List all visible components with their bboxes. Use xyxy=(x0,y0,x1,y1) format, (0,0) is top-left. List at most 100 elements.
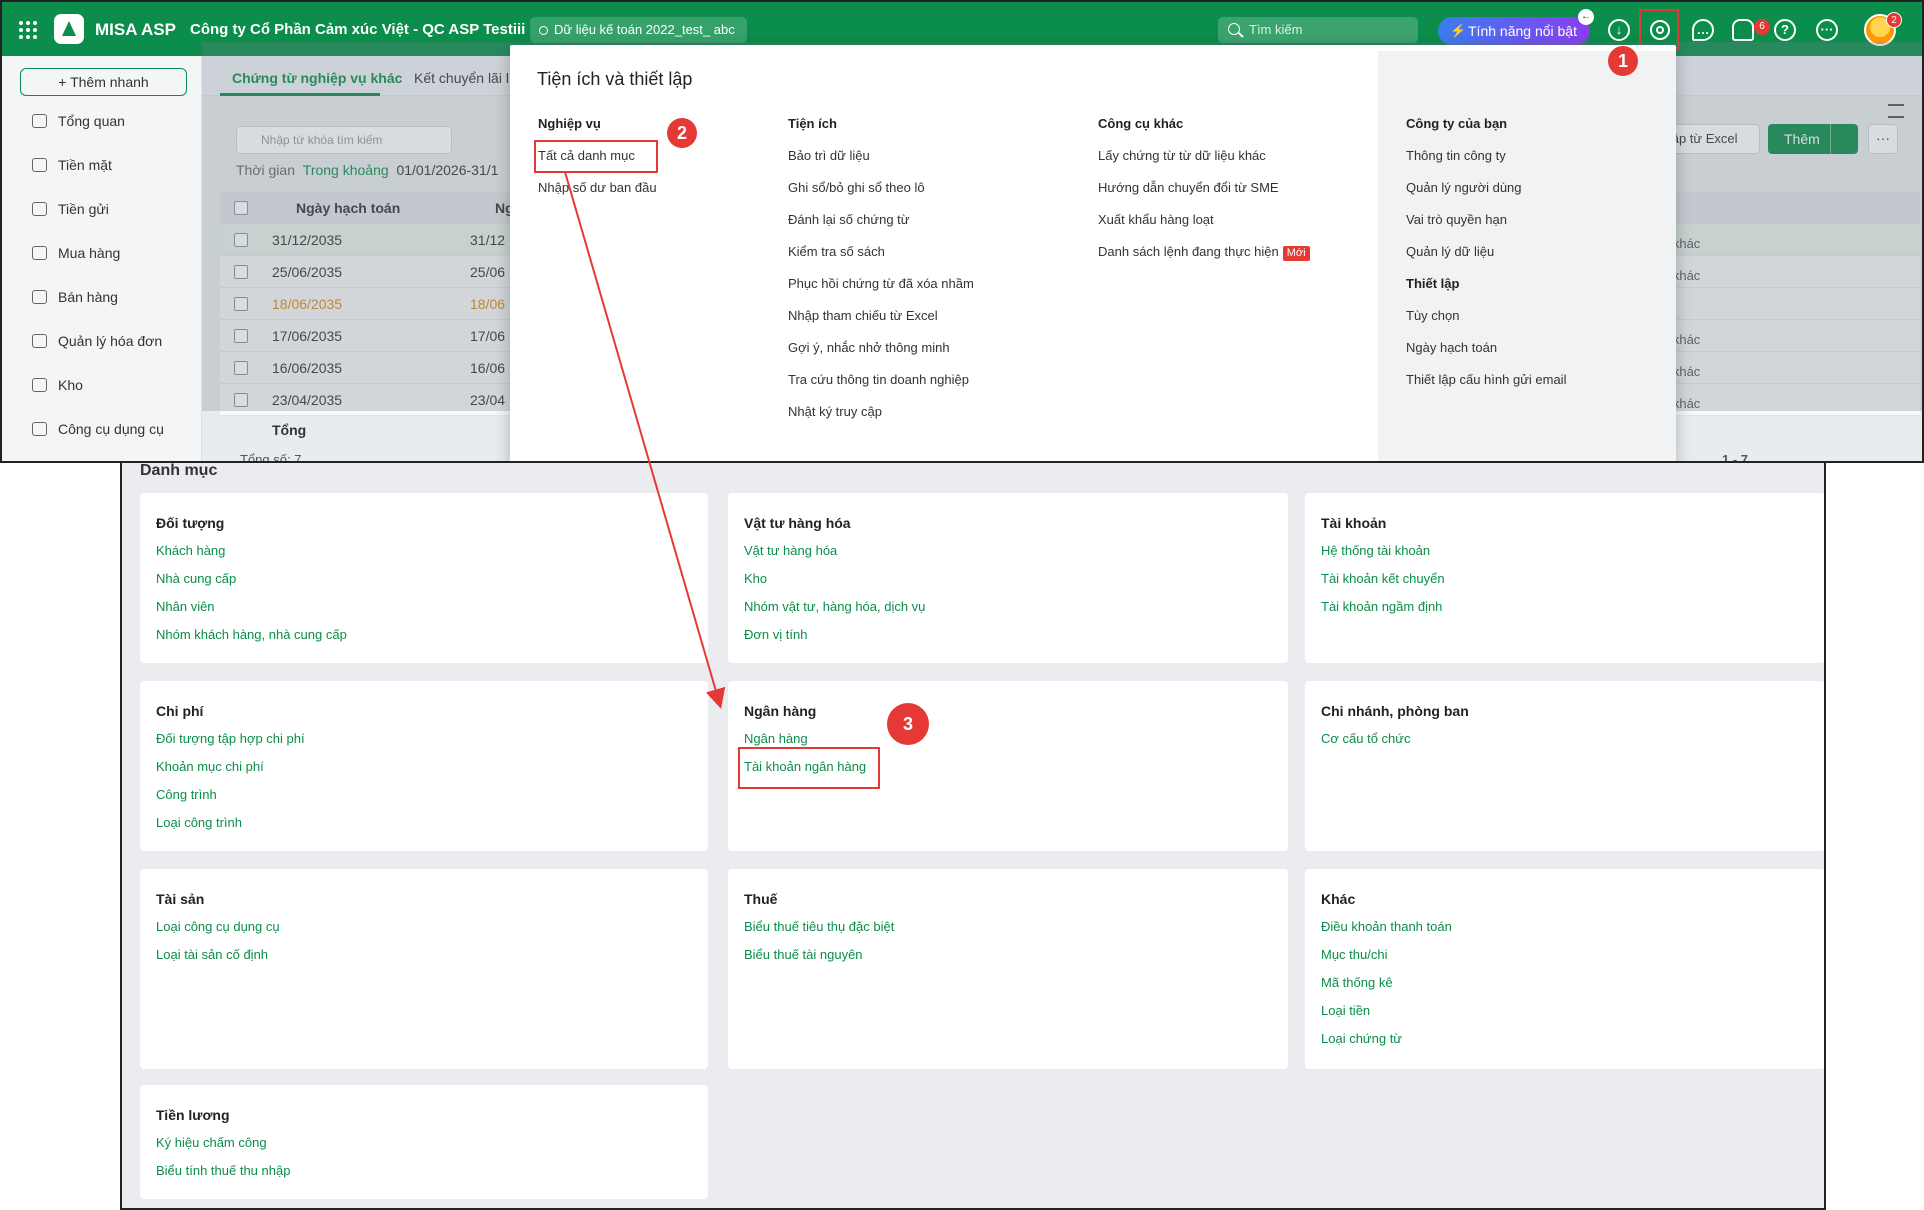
link-resource-tax[interactable]: Biểu thuế tài nguyên xyxy=(744,947,863,962)
back-arrow-icon[interactable]: ← xyxy=(1578,9,1594,25)
link-cost-items[interactable]: Khoản mục chi phí xyxy=(156,759,264,774)
menu-item[interactable]: Đánh lại số chứng từ xyxy=(788,211,974,243)
link-banks[interactable]: Ngân hàng xyxy=(744,731,808,746)
link-payment-terms[interactable]: Điều khoản thanh toán xyxy=(1321,919,1452,934)
featured-button[interactable]: Tính năng nổi bật← xyxy=(1438,9,1594,45)
menu-item[interactable]: Ngày hạch toán xyxy=(1406,339,1566,371)
card-branches: Chi nhánh, phòng ban Cơ cấu tổ chức xyxy=(1305,681,1824,851)
menu-item[interactable]: Bảo trì dữ liệu xyxy=(788,147,974,179)
notification-count-badge: 6 xyxy=(1754,19,1770,35)
link-tool-types[interactable]: Loại công cụ dụng cụ xyxy=(156,919,280,934)
link-income-tax-table[interactable]: Biểu tính thuế thu nhập xyxy=(156,1163,290,1178)
page-root: MISA ASP Công ty Cổ Phần Cảm xúc Việt - … xyxy=(0,0,1924,1210)
menu-col-other-tools: Công cụ khác Lấy chứng từ từ dữ liệu khá… xyxy=(1098,115,1310,275)
menu-item[interactable]: Nhập tham chiếu từ Excel xyxy=(788,307,974,339)
link-items[interactable]: Vật tư hàng hóa xyxy=(744,543,837,558)
link-fixed-asset-types[interactable]: Loại tài sản cố định xyxy=(156,947,268,962)
link-statistics-code[interactable]: Mã thống kê xyxy=(1321,975,1393,990)
menu-item[interactable]: Tra cứu thông tin doanh nghiệp xyxy=(788,371,974,403)
gear-icon[interactable] xyxy=(1650,20,1670,40)
quick-add-button[interactable]: + Thêm nhanh xyxy=(20,68,187,96)
sidebar-item-label: Công cụ dụng cụ xyxy=(58,421,164,437)
bell-icon[interactable] xyxy=(1732,19,1754,41)
chat-icon[interactable]: … xyxy=(1692,19,1714,41)
menu-item-opening-balance[interactable]: Nhập số dư ban đầu xyxy=(538,179,657,211)
company-name[interactable]: Công ty Cổ Phần Cảm xúc Việt - QC ASP Te… xyxy=(190,21,525,38)
menu-item[interactable]: Kiểm tra số sách xyxy=(788,243,974,275)
link-org-structure[interactable]: Cơ cấu tổ chức xyxy=(1321,731,1410,746)
link-warehouse[interactable]: Kho xyxy=(744,571,767,586)
sidebar-item-overview[interactable]: Tổng quan xyxy=(2,109,202,133)
link-special-tax[interactable]: Biểu thuế tiêu thụ đặc biệt xyxy=(744,919,894,934)
link-project-types[interactable]: Loại công trình xyxy=(156,815,242,830)
highlight-all-categories xyxy=(534,140,658,173)
card-heading: Thuế xyxy=(744,891,778,907)
link-income-expense[interactable]: Mục thu/chi xyxy=(1321,947,1387,962)
sidebar-item-warehouse[interactable]: Kho xyxy=(2,373,202,397)
step-badge-3: 3 xyxy=(887,703,929,745)
app-window: MISA ASP Công ty Cổ Phần Cảm xúc Việt - … xyxy=(0,0,1924,463)
new-badge: Mới xyxy=(1282,246,1310,261)
menu-item[interactable]: Thiết lập cấu hình gửi email xyxy=(1406,371,1566,403)
menu-item[interactable]: Hướng dẫn chuyển đổi từ SME xyxy=(1098,179,1310,211)
menu-item-label: Danh sách lệnh đang thực hiện xyxy=(1098,244,1279,259)
search-placeholder: Tìm kiếm xyxy=(1249,22,1303,37)
sidebar-item-label: Tiền gửi xyxy=(58,201,109,217)
menu-item[interactable]: Nhật ký truy cập xyxy=(788,403,974,435)
misa-logo-icon xyxy=(54,14,84,44)
menu-item[interactable]: Phục hồi chứng từ đã xóa nhầm xyxy=(788,275,974,307)
link-item-groups[interactable]: Nhóm vật tư, hàng hóa, dịch vụ xyxy=(744,599,925,614)
menu-item[interactable]: Xuất khẩu hàng loạt xyxy=(1098,211,1310,243)
database-selector[interactable]: Dữ liệu kế toán 2022_test_ abc xyxy=(530,17,747,43)
sidebar: + Thêm nhanh Tổng quan Tiền mặt Tiền gửi… xyxy=(2,56,202,461)
menu-item[interactable]: Tùy chọn xyxy=(1406,307,1566,339)
link-customer-groups[interactable]: Nhóm khách hàng, nhà cung cấp xyxy=(156,627,347,642)
menu-heading: Công ty của bạn xyxy=(1406,116,1508,131)
invoice-icon xyxy=(32,334,47,348)
step-badge-1: 1 xyxy=(1608,46,1638,76)
bag-icon xyxy=(32,246,47,260)
pager[interactable]: 1 - 7 xyxy=(1722,452,1748,461)
link-currency[interactable]: Loại tiền xyxy=(1321,1003,1370,1018)
bank-icon xyxy=(32,202,47,216)
link-transfer-accounts[interactable]: Tài khoản kết chuyển xyxy=(1321,571,1445,586)
card-inventory: Vật tư hàng hóa Vật tư hàng hóa Kho Nhóm… xyxy=(728,493,1288,663)
help-icon[interactable]: ? xyxy=(1774,19,1796,41)
link-units[interactable]: Đơn vị tính xyxy=(744,627,807,642)
link-chart-of-accounts[interactable]: Hệ thống tài khoản xyxy=(1321,543,1430,558)
menu-item[interactable]: Lấy chứng từ từ dữ liệu khác xyxy=(1098,147,1310,179)
link-voucher-types[interactable]: Loại chứng từ xyxy=(1321,1031,1402,1046)
sidebar-item-cash[interactable]: Tiền mặt xyxy=(2,153,202,177)
menu-item-running-tasks[interactable]: Danh sách lệnh đang thực hiện Mới xyxy=(1098,243,1310,275)
sidebar-item-invoices[interactable]: Quản lý hóa đơn xyxy=(2,329,202,353)
sidebar-item-deposit[interactable]: Tiền gửi xyxy=(2,197,202,221)
step-badge-2: 2 xyxy=(667,118,697,148)
sidebar-item-sales[interactable]: Bán hàng xyxy=(2,285,202,309)
link-cost-objects[interactable]: Đối tượng tập hợp chi phí xyxy=(156,731,305,746)
global-search-input[interactable]: Tìm kiếm xyxy=(1218,17,1418,43)
menu-heading: Tiện ích xyxy=(788,116,837,131)
more-icon[interactable]: ··· xyxy=(1816,19,1838,41)
link-projects[interactable]: Công trình xyxy=(156,787,217,802)
menu-item[interactable]: Thông tin công ty xyxy=(1406,147,1566,179)
menu-item[interactable]: Gợi ý, nhắc nhở thông minh xyxy=(788,339,974,371)
menu-item[interactable]: Vai trò quyền hạn xyxy=(1406,211,1566,243)
link-suppliers[interactable]: Nhà cung cấp xyxy=(156,571,236,586)
sidebar-item-tools[interactable]: Công cụ dụng cụ xyxy=(2,417,202,441)
category-page: Danh mục Đối tượng Khách hàng Nhà cung c… xyxy=(120,463,1826,1210)
app-name: MISA ASP xyxy=(95,20,176,39)
link-timesheet-symbols[interactable]: Ký hiệu chấm công xyxy=(156,1135,267,1150)
menu-item[interactable]: Quản lý dữ liệu xyxy=(1406,243,1566,275)
menu-item[interactable]: Quản lý người dùng xyxy=(1406,179,1566,211)
card-costs: Chi phí Đối tượng tập hợp chi phí Khoản … xyxy=(140,681,708,851)
highlight-bank-account xyxy=(738,747,880,789)
apps-grid-icon[interactable] xyxy=(18,20,38,40)
download-icon[interactable]: ↓ xyxy=(1608,19,1630,41)
sidebar-item-purchase[interactable]: Mua hàng xyxy=(2,241,202,265)
link-customers[interactable]: Khách hàng xyxy=(156,543,225,558)
link-default-accounts[interactable]: Tài khoản ngầm định xyxy=(1321,599,1442,614)
menu-item[interactable]: Ghi sổ/bỏ ghi sổ theo lô xyxy=(788,179,974,211)
link-employees[interactable]: Nhân viên xyxy=(156,599,215,614)
card-heading: Tài sản xyxy=(156,891,205,907)
card-heading: Vật tư hàng hóa xyxy=(744,515,851,531)
